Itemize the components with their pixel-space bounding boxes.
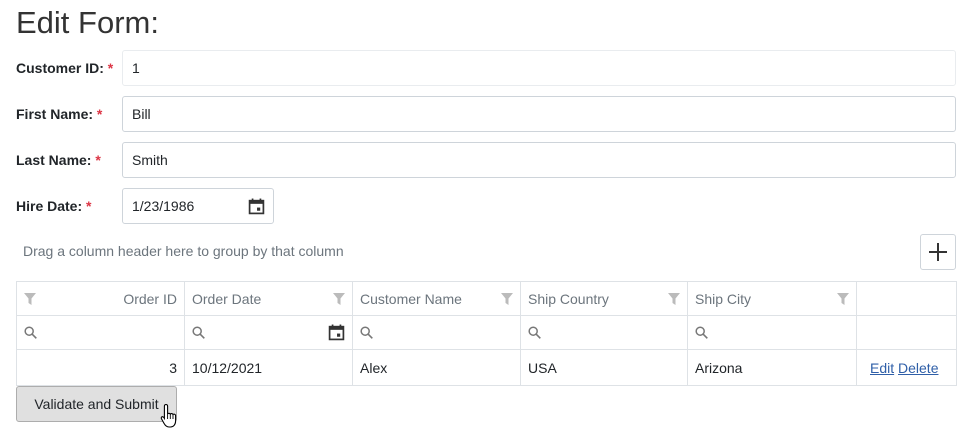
hand-cursor-icon	[160, 403, 180, 429]
search-icon	[360, 326, 513, 339]
search-icon	[695, 326, 849, 339]
last-name-field[interactable]: Smith	[122, 142, 956, 178]
table-row[interactable]: 3 10/12/2021 Alex USA Arizona Edit Delet…	[16, 349, 957, 386]
column-header-order-id[interactable]: Order ID	[16, 281, 185, 316]
column-header-customer-name[interactable]: Customer Name	[352, 281, 521, 316]
calendar-icon[interactable]	[328, 324, 345, 341]
customer-id-label: Customer ID: *	[16, 60, 114, 76]
plus-icon	[929, 243, 947, 261]
filter-cell-ship-country[interactable]	[520, 315, 688, 350]
orders-grid: Order ID Order Date Customer Name Ship C…	[16, 281, 957, 386]
search-icon	[528, 326, 680, 339]
column-header-ship-country[interactable]: Ship Country	[520, 281, 688, 316]
delete-link[interactable]: Delete	[898, 360, 938, 376]
filter-cell-order-date[interactable]	[184, 315, 353, 350]
column-header-order-date[interactable]: Order Date	[184, 281, 353, 316]
hire-date-field[interactable]: 1/23/1986	[122, 188, 274, 224]
filter-icon[interactable]	[501, 292, 513, 305]
filter-cell-commands	[856, 315, 957, 350]
cell-commands: Edit Delete	[856, 349, 957, 386]
add-row-button[interactable]	[920, 234, 956, 270]
cell-customer-name: Alex	[352, 349, 521, 386]
customer-id-field[interactable]: 1	[122, 50, 956, 86]
cell-ship-city: Arizona	[687, 349, 857, 386]
filter-icon[interactable]	[837, 292, 849, 305]
page-title: Edit Form:	[16, 5, 159, 40]
cell-ship-country: USA	[520, 349, 688, 386]
header-row: Order ID Order Date Customer Name Ship C…	[16, 281, 957, 316]
search-icon	[192, 326, 205, 339]
calendar-icon[interactable]	[248, 198, 265, 215]
group-panel-hint: Drag a column header here to group by th…	[23, 243, 344, 259]
validate-submit-button[interactable]: Validate and Submit	[16, 386, 177, 422]
required-marker: *	[107, 60, 114, 76]
filter-icon[interactable]	[24, 292, 36, 305]
column-header-commands	[856, 281, 957, 316]
cell-order-id: 3	[16, 349, 185, 386]
search-icon	[24, 326, 177, 339]
filter-cell-ship-city[interactable]	[687, 315, 857, 350]
first-name-label: First Name: *	[16, 106, 103, 122]
filter-icon[interactable]	[668, 292, 680, 305]
filter-row	[16, 315, 957, 350]
filter-cell-order-id[interactable]	[16, 315, 185, 350]
first-name-field[interactable]: Bill	[122, 96, 956, 132]
edit-link[interactable]: Edit	[870, 360, 894, 376]
filter-icon[interactable]	[333, 292, 345, 305]
last-name-label: Last Name: *	[16, 152, 101, 168]
required-marker: *	[96, 106, 103, 122]
hire-date-label: Hire Date: *	[16, 198, 92, 214]
cell-order-date: 10/12/2021	[184, 349, 353, 386]
filter-cell-customer-name[interactable]	[352, 315, 521, 350]
required-marker: *	[95, 152, 101, 168]
column-header-ship-city[interactable]: Ship City	[687, 281, 857, 316]
required-marker: *	[86, 198, 92, 214]
